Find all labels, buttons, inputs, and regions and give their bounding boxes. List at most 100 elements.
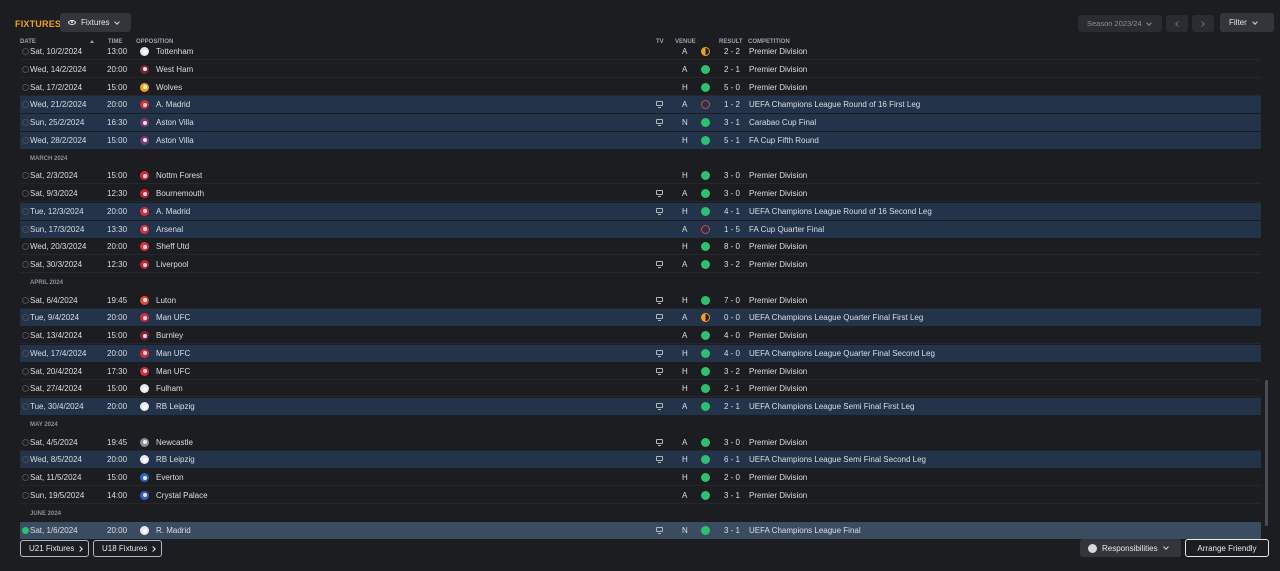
responsibilities-button[interactable]: Responsibilities — [1080, 539, 1181, 557]
club-crest-icon[interactable] — [140, 242, 149, 252]
column-header-competition[interactable]: COMPETITION — [748, 39, 790, 45]
club-crest-icon[interactable] — [140, 455, 149, 465]
club-crest-icon[interactable] — [140, 384, 149, 394]
opposition-name[interactable]: RB Leipzig — [156, 455, 195, 464]
club-crest-icon[interactable] — [140, 437, 149, 447]
fixture-row[interactable]: Sat, 11/5/2024 15:00 Everton H 2 - 0 Premier … — [20, 469, 1261, 486]
u18-fixtures-button[interactable]: U18 Fixtures — [93, 540, 162, 557]
column-header-date[interactable]: DATE — [20, 39, 36, 45]
fixture-row[interactable]: Sat, 9/3/2024 12:30 Bournemouth A 3 - 0 Premi… — [20, 185, 1261, 202]
fixture-time: 20:00 — [107, 313, 128, 323]
column-header-tv[interactable]: TV — [656, 39, 664, 45]
previous-season-button[interactable] — [1166, 15, 1188, 32]
opposition-name[interactable]: Man UFC — [156, 349, 190, 358]
fixture-time: 13:00 — [107, 47, 128, 56]
opposition-name[interactable]: A. Madrid — [156, 207, 190, 216]
fixture-row[interactable]: Wed, 20/3/2024 20:00 Sheff Utd H 8 - 0 Premie… — [20, 238, 1261, 256]
fixture-row[interactable]: Sat, 27/4/2024 15:00 Fulham H 2 - 1 Premier D… — [20, 380, 1261, 398]
fixture-row[interactable]: Sat, 6/4/2024 19:45 Luton H 7 - 0 Premier Div… — [20, 292, 1261, 309]
opposition-name[interactable]: Crystal Palace — [156, 491, 208, 500]
fixture-row[interactable]: Wed, 8/5/2024 20:00 RB Leipzig H 6 - 1 UEFA C… — [20, 451, 1261, 469]
match-status-icon — [22, 261, 29, 268]
opposition-name[interactable]: Burnley — [156, 331, 183, 340]
club-crest-icon[interactable] — [140, 118, 149, 127]
club-crest-icon[interactable] — [140, 366, 149, 376]
opposition-name[interactable]: Tottenham — [156, 47, 193, 56]
view-dropdown-label: Fixtures — [81, 18, 110, 27]
opposition-name[interactable]: Newcastle — [156, 438, 193, 447]
club-crest-icon[interactable] — [140, 295, 149, 305]
scrollbar[interactable] — [1265, 380, 1268, 526]
club-crest-icon[interactable] — [140, 490, 149, 500]
match-status-icon — [22, 119, 29, 126]
club-crest-icon[interactable] — [140, 313, 149, 323]
fixture-row[interactable]: Tue, 9/4/2024 20:00 Man UFC A 0 - 0 UEFA Cham… — [20, 309, 1261, 327]
column-header-time[interactable]: TIME — [108, 39, 122, 45]
club-crest-icon[interactable] — [140, 224, 149, 234]
club-crest-icon[interactable] — [140, 331, 149, 340]
club-crest-icon[interactable] — [140, 402, 149, 411]
opposition-name[interactable]: Bournemouth — [156, 189, 204, 198]
opposition-name[interactable]: Fulham — [156, 384, 183, 393]
club-crest-icon[interactable] — [140, 82, 149, 92]
view-dropdown[interactable]: Fixtures — [60, 13, 131, 32]
club-crest-icon[interactable] — [140, 189, 149, 198]
club-crest-icon[interactable] — [140, 100, 149, 110]
tv-icon — [656, 438, 663, 446]
fixture-row[interactable]: Wed, 14/2/2024 20:00 West Ham A 2 - 1 Premier… — [20, 61, 1261, 78]
fixture-row[interactable]: Sat, 20/4/2024 17:30 Man UFC H 3 - 2 Premier … — [20, 363, 1261, 380]
opposition-name[interactable]: Aston Villa — [156, 118, 194, 127]
fixture-row[interactable]: Sat, 1/6/2024 20:00 R. Madrid N 3 - 1 UEFA Ch… — [20, 522, 1261, 540]
opposition-name[interactable]: Luton — [156, 296, 176, 305]
fixture-row[interactable]: Tue, 12/3/2024 20:00 A. Madrid H 4 - 1 UEFA C… — [20, 202, 1261, 220]
filter-dropdown[interactable]: Filter — [1220, 13, 1274, 32]
fixture-row[interactable]: Wed, 21/2/2024 20:00 A. Madrid A 1 - 2 UEFA C… — [20, 96, 1261, 114]
opposition-name[interactable]: Aston Villa — [156, 136, 194, 145]
club-crest-icon[interactable] — [140, 135, 149, 145]
season-dropdown[interactable]: Season 2023/24 — [1078, 15, 1162, 32]
opposition-name[interactable]: Liverpool — [156, 260, 188, 269]
competition-name: Premier Division — [749, 473, 808, 482]
fixture-row[interactable]: Sat, 4/5/2024 19:45 Newcastle A 3 - 0 Premier… — [20, 434, 1261, 451]
column-header-result[interactable]: RESULT — [719, 39, 743, 45]
opposition-name[interactable]: Arsenal — [156, 225, 183, 234]
club-crest-icon[interactable] — [140, 47, 149, 56]
fixture-row[interactable]: Sat, 30/3/2024 12:30 Liverpool A 3 - 2 Premie… — [20, 256, 1261, 273]
opposition-name[interactable]: Wolves — [156, 83, 182, 92]
season-label: Season 2023/24 — [1087, 19, 1142, 28]
fixture-row[interactable]: Sun, 17/3/2024 13:30 Arsenal A 1 - 5 FA Cup Q… — [20, 220, 1261, 238]
arrange-friendly-button[interactable]: Arrange Friendly — [1185, 539, 1269, 557]
opposition-name[interactable]: Nottm Forest — [156, 171, 202, 180]
u21-fixtures-button[interactable]: U21 Fixtures — [20, 540, 89, 557]
club-crest-icon[interactable] — [140, 206, 149, 216]
opposition-name[interactable]: A. Madrid — [156, 100, 190, 109]
fixture-row[interactable]: Tue, 30/4/2024 20:00 RB Leipzig A 2 - 1 UEFA … — [20, 398, 1261, 415]
club-crest-icon[interactable] — [140, 473, 149, 482]
match-score: 5 - 0 — [724, 82, 741, 92]
next-season-button[interactable] — [1192, 15, 1214, 32]
club-crest-icon[interactable] — [140, 526, 149, 536]
fixture-row[interactable]: Sun, 19/5/2024 14:00 Crystal Palace A 3 - 1 P… — [20, 487, 1261, 504]
opposition-name[interactable]: Man UFC — [156, 367, 190, 376]
fixture-date: Sat, 1/6/2024 — [30, 526, 78, 536]
opposition-name[interactable]: Man UFC — [156, 313, 190, 322]
fixture-row[interactable]: Sun, 25/2/2024 16:30 Aston Villa N 3 - 1 Cara… — [20, 114, 1261, 131]
fixture-row[interactable]: Sat, 17/2/2024 15:00 Wolves H 5 - 0 Premier D… — [20, 79, 1261, 96]
opposition-name[interactable]: RB Leipzig — [156, 402, 195, 411]
club-crest-icon[interactable] — [140, 64, 149, 74]
venue: H — [682, 384, 688, 394]
fixture-row[interactable]: Wed, 28/2/2024 15:00 Aston Villa H 5 - 1 FA C… — [20, 131, 1261, 149]
fixture-row[interactable]: Sat, 13/4/2024 15:00 Burnley A 4 - 0 Premier … — [20, 327, 1261, 344]
opposition-name[interactable]: Everton — [156, 473, 184, 482]
opposition-name[interactable]: R. Madrid — [156, 526, 191, 535]
fixture-row[interactable]: Wed, 17/4/2024 20:00 Man UFC H 4 - 0 UEFA Cha… — [20, 344, 1261, 362]
column-header-opposition[interactable]: OPPOSITION — [136, 39, 173, 45]
opposition-name[interactable]: West Ham — [156, 65, 193, 74]
club-crest-icon[interactable] — [140, 260, 149, 269]
column-header-venue[interactable]: VENUE — [675, 39, 696, 45]
opposition-name[interactable]: Sheff Utd — [156, 242, 189, 251]
fixture-row[interactable]: Sat, 10/2/2024 13:00 Tottenham A 2 - 2 Premie… — [20, 47, 1261, 60]
fixture-row[interactable]: Sat, 2/3/2024 15:00 Nottm Forest H 3 - 0 Prem… — [20, 167, 1261, 185]
club-crest-icon[interactable] — [140, 171, 149, 181]
club-crest-icon[interactable] — [140, 348, 149, 358]
